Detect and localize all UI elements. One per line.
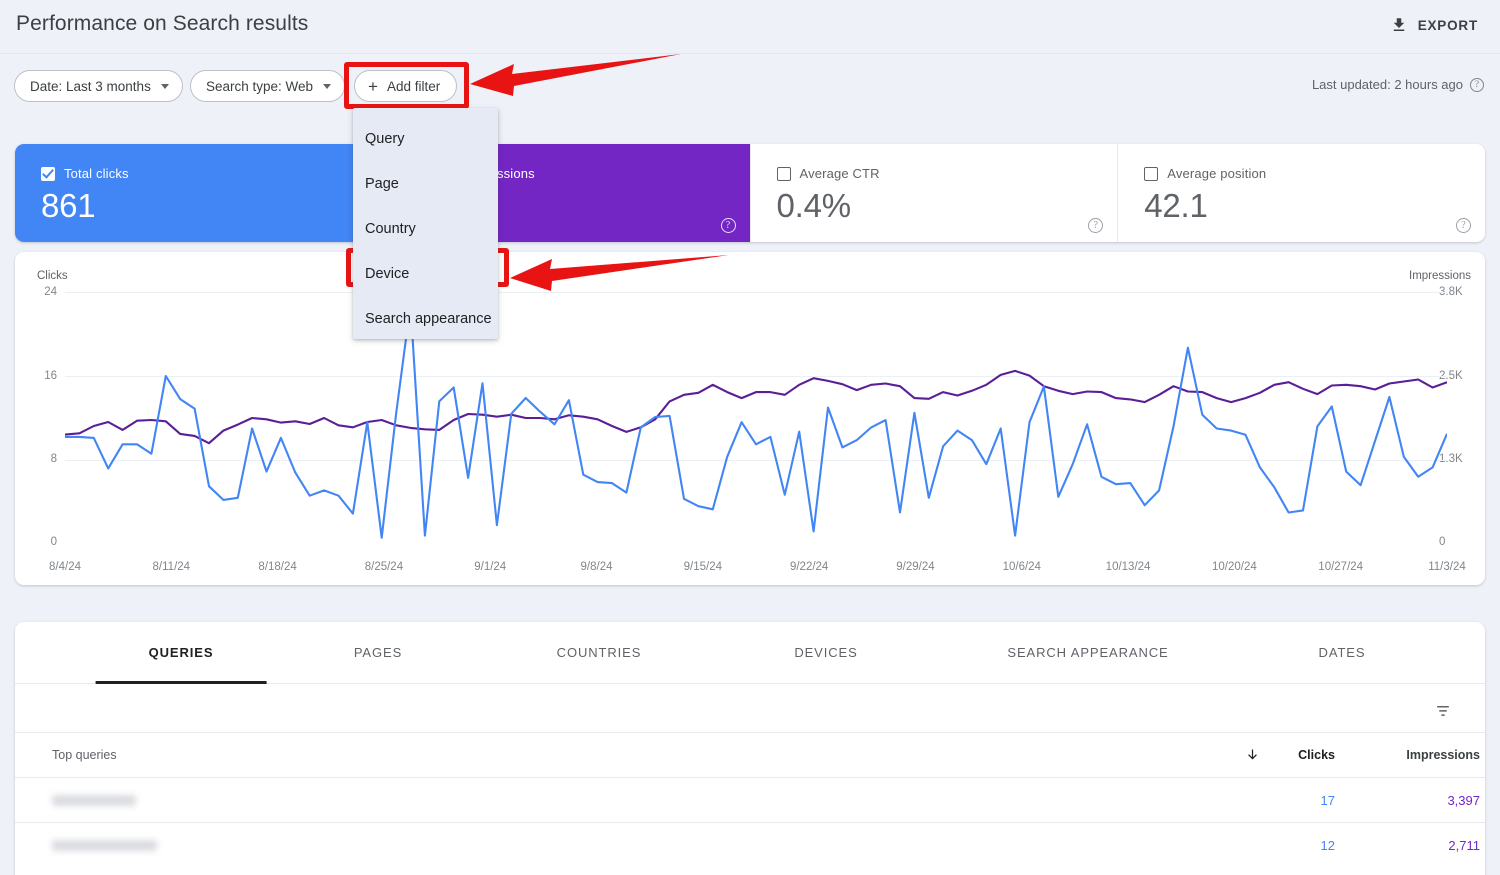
tab-countries[interactable]: COUNTRIES (557, 622, 642, 684)
checkbox-unchecked-icon[interactable] (1144, 167, 1158, 181)
download-icon (1390, 16, 1408, 34)
tab-dates[interactable]: DATES (1319, 622, 1366, 684)
query-text-redacted (52, 795, 136, 806)
menu-item-country[interactable]: Country (353, 206, 498, 251)
tab-search-appearance[interactable]: SEARCH APPEARANCE (1007, 622, 1168, 684)
y-tick-left: 8 (23, 453, 57, 465)
help-icon[interactable]: ? (1470, 78, 1484, 92)
menu-item-page[interactable]: Page (353, 161, 498, 206)
results-table-panel: QUERIES PAGES COUNTRIES DEVICES SEARCH A… (15, 622, 1485, 875)
checkbox-unchecked-icon[interactable] (777, 167, 791, 181)
row-clicks-value[interactable]: 12 (1265, 838, 1335, 853)
page-title: Performance on Search results (16, 12, 308, 36)
add-filter-label: Add filter (387, 79, 440, 94)
metric-value: 42.1 (1144, 187, 1485, 225)
row-clicks-value[interactable]: 17 (1265, 793, 1335, 808)
filter-list-icon[interactable] (1433, 701, 1453, 726)
chart-y2-axis-title-impressions: Impressions (1409, 270, 1471, 282)
x-tick-label: 11/3/24 (1428, 561, 1466, 573)
tab-queries[interactable]: QUERIES (149, 622, 214, 684)
menu-item-query[interactable]: Query (353, 116, 498, 161)
x-tick-label: 8/4/24 (49, 561, 81, 573)
table-row[interactable]: 17 3,397 (15, 777, 1485, 822)
metric-card-average-position[interactable]: Average position 42.1 ? (1117, 144, 1485, 242)
metric-card-header: Total clicks (41, 166, 382, 181)
x-tick-label: 9/15/24 (684, 561, 722, 573)
chart-y-axis-title-clicks: Clicks (37, 270, 68, 282)
help-icon[interactable]: ? (721, 218, 736, 233)
x-tick-label: 8/11/24 (153, 561, 191, 573)
metric-label: Total clicks (64, 166, 129, 181)
page-header: Performance on Search results EXPORT (0, 0, 1500, 52)
metric-card-average-ctr[interactable]: Average CTR 0.4% ? (750, 144, 1118, 242)
chart-plot-area (65, 292, 1447, 544)
plus-icon: + (368, 78, 378, 95)
x-tick-label: 10/13/24 (1106, 561, 1151, 573)
results-tabs: QUERIES PAGES COUNTRIES DEVICES SEARCH A… (15, 622, 1485, 684)
x-tick-label: 10/6/24 (1003, 561, 1041, 573)
x-tick-label: 9/29/24 (896, 561, 934, 573)
x-tick-label: 9/8/24 (581, 561, 613, 573)
x-tick-label: 8/18/24 (258, 561, 296, 573)
x-tick-label: 9/1/24 (474, 561, 506, 573)
search-type-filter-label: Search type: Web (206, 79, 313, 94)
help-icon[interactable]: ? (1456, 218, 1471, 233)
y-tick-left: 16 (23, 370, 57, 382)
last-updated-label: Last updated: 2 hours ago (1312, 77, 1463, 92)
row-impressions-value: 2,711 (1375, 838, 1480, 853)
add-filter-button[interactable]: + Add filter (354, 70, 457, 102)
chevron-down-icon (161, 84, 169, 89)
menu-item-search-appearance[interactable]: Search appearance (353, 296, 498, 341)
metric-card-total-clicks[interactable]: Total clicks 861 ? (15, 144, 382, 242)
date-filter-chip[interactable]: Date: Last 3 months (14, 70, 183, 102)
column-header-impressions[interactable]: Impressions (1375, 748, 1480, 762)
y-tick-left: 24 (23, 286, 57, 298)
date-filter-label: Date: Last 3 months (30, 79, 151, 94)
query-text-redacted (52, 840, 157, 851)
menu-item-device[interactable]: Device (353, 251, 498, 296)
tab-pages[interactable]: PAGES (354, 622, 402, 684)
sort-descending-icon[interactable] (1245, 747, 1260, 767)
metric-card-header: Average CTR (777, 166, 1118, 181)
metric-value: 861 (41, 187, 382, 225)
performance-chart-panel: Clicks Impressions 24 16 8 0 3.8K 2.5K 1… (15, 252, 1485, 585)
x-tick-label: 10/27/24 (1318, 561, 1363, 573)
tab-devices[interactable]: DEVICES (794, 622, 857, 684)
chevron-down-icon (323, 84, 331, 89)
x-tick-label: 9/22/24 (790, 561, 828, 573)
column-header-clicks[interactable]: Clicks (1265, 748, 1335, 762)
help-icon[interactable]: ? (1088, 218, 1103, 233)
table-row[interactable]: 12 2,711 (15, 822, 1485, 867)
export-label: EXPORT (1418, 18, 1478, 33)
performance-page: Performance on Search results EXPORT Dat… (0, 0, 1500, 875)
column-header-top-queries: Top queries (52, 748, 117, 762)
add-filter-menu: Query Page Country Device Search appeara… (353, 108, 498, 339)
last-updated-status: Last updated: 2 hours ago ? (1312, 77, 1484, 92)
table-toolbar (15, 684, 1485, 732)
search-type-filter-chip[interactable]: Search type: Web (190, 70, 345, 102)
export-button[interactable]: EXPORT (1382, 10, 1486, 40)
metric-card-header: Average position (1144, 166, 1485, 181)
table-header-row: Top queries Clicks Impressions (15, 732, 1485, 777)
x-tick-label: 10/20/24 (1212, 561, 1257, 573)
metric-label: Average CTR (800, 166, 880, 181)
x-tick-label: 8/25/24 (365, 561, 403, 573)
y-tick-left: 0 (23, 536, 57, 548)
metric-label: Average position (1167, 166, 1266, 181)
row-impressions-value: 3,397 (1375, 793, 1480, 808)
checkbox-checked-icon[interactable] (41, 167, 55, 181)
metric-value: 0.4% (777, 187, 1118, 225)
metric-cards: Total clicks 861 ? Total impressions 220… (15, 144, 1485, 242)
